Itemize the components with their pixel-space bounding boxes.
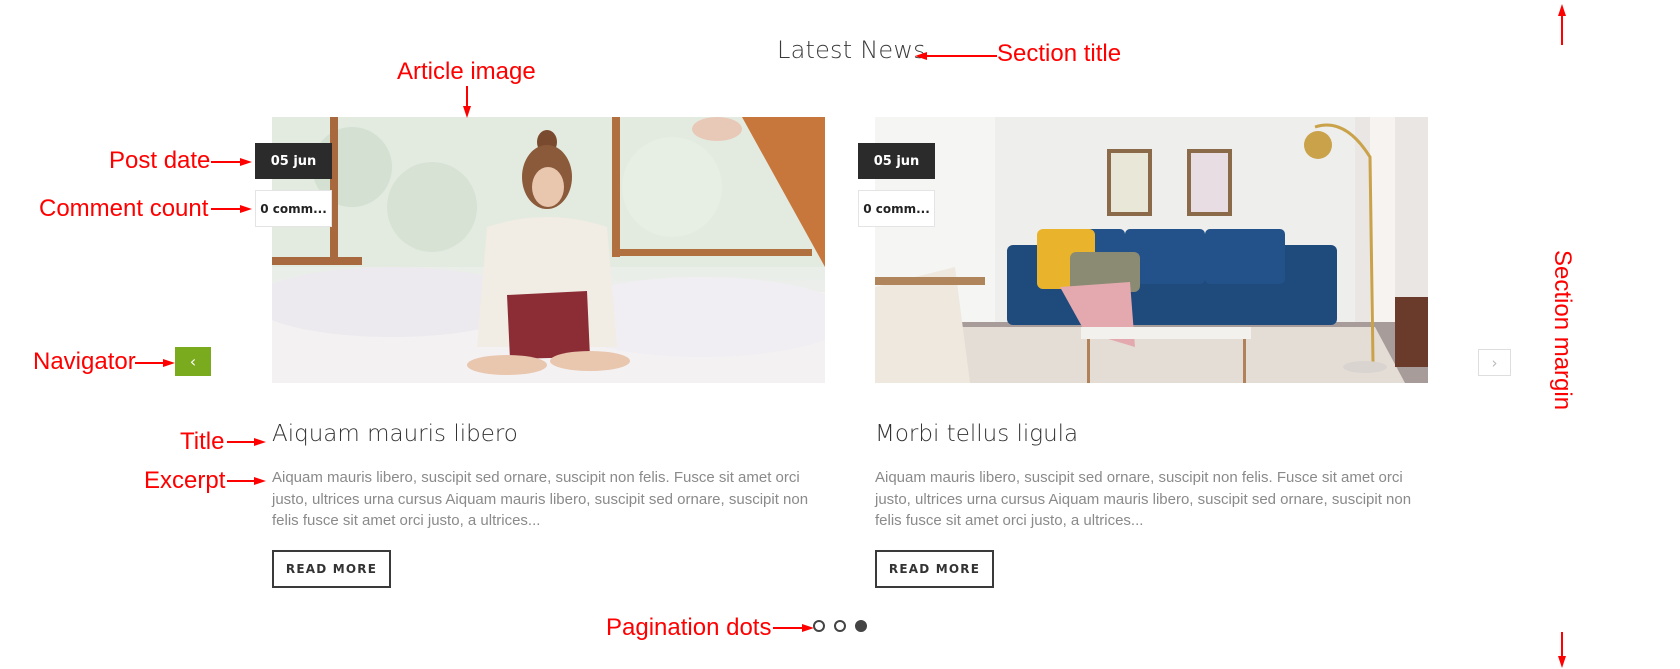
annotation-arrow-line <box>1561 632 1563 658</box>
annotation-arrow-line <box>1561 14 1563 45</box>
arrow-left-icon <box>915 52 927 60</box>
section-title: Latest News <box>777 36 926 64</box>
annotation-excerpt: Excerpt <box>144 467 226 494</box>
arrow-down-icon <box>463 106 471 118</box>
article-image-living-room <box>875 117 1428 383</box>
carousel-prev-button[interactable]: ‹ <box>175 347 211 376</box>
annotation-arrow-line <box>925 55 997 57</box>
article-excerpt: Aiquam mauris libero, suscipit sed ornar… <box>875 469 1412 529</box>
arrow-right-icon <box>254 438 266 446</box>
article-image-woman-laptop <box>272 117 825 383</box>
article-excerpt: Aiquam mauris libero, suscipit sed ornar… <box>272 469 809 529</box>
annotation-arrow-line <box>211 208 241 210</box>
annotation-section-margin: Section margin <box>1549 250 1576 411</box>
article-title[interactable]: Aiquam mauris libero <box>272 421 518 447</box>
annotation-arrow-line <box>135 362 165 364</box>
pagination-dot-1[interactable] <box>813 620 825 632</box>
article-title[interactable]: Morbi tellus ligula <box>875 421 1078 447</box>
arrow-right-icon <box>240 158 252 166</box>
pagination-dot-3[interactable] <box>855 620 867 632</box>
annotation-pagination-dots: Pagination dots <box>606 614 772 641</box>
annotation-navigator: Navigator <box>33 348 136 375</box>
annotation-arrow-line <box>227 441 255 443</box>
annotation-arrow-line <box>211 161 241 163</box>
read-more-button[interactable]: READ MORE <box>272 550 391 588</box>
pagination-dot-2[interactable] <box>834 620 846 632</box>
pagination-dots <box>813 620 867 632</box>
article-image[interactable] <box>272 117 825 383</box>
article-image[interactable] <box>875 117 1428 383</box>
annotation-arrow-line <box>227 480 255 482</box>
chevron-right-icon: › <box>1491 353 1498 372</box>
comment-count-badge[interactable]: 0 comm... <box>255 190 332 227</box>
arrow-right-icon <box>254 477 266 485</box>
arrow-down-icon <box>1558 656 1566 668</box>
arrow-right-icon <box>802 624 814 632</box>
arrow-right-icon <box>163 359 175 367</box>
annotation-section-title: Section title <box>997 40 1122 67</box>
comment-count-badge[interactable]: 0 comm... <box>858 190 935 227</box>
annotation-arrow-line <box>773 627 803 629</box>
annotation-article-image: Article image <box>397 58 536 85</box>
annotation-title: Title <box>180 428 225 455</box>
arrow-right-icon <box>240 205 252 213</box>
annotation-comment-count: Comment count <box>39 195 209 222</box>
annotation-arrow-line <box>466 86 468 108</box>
annotation-post-date: Post date <box>109 147 211 174</box>
chevron-left-icon: ‹ <box>189 352 197 371</box>
post-date-badge: 05 jun <box>858 143 935 179</box>
carousel-next-button[interactable]: › <box>1478 349 1511 376</box>
post-date-badge: 05 jun <box>255 143 332 179</box>
read-more-button[interactable]: READ MORE <box>875 550 994 588</box>
